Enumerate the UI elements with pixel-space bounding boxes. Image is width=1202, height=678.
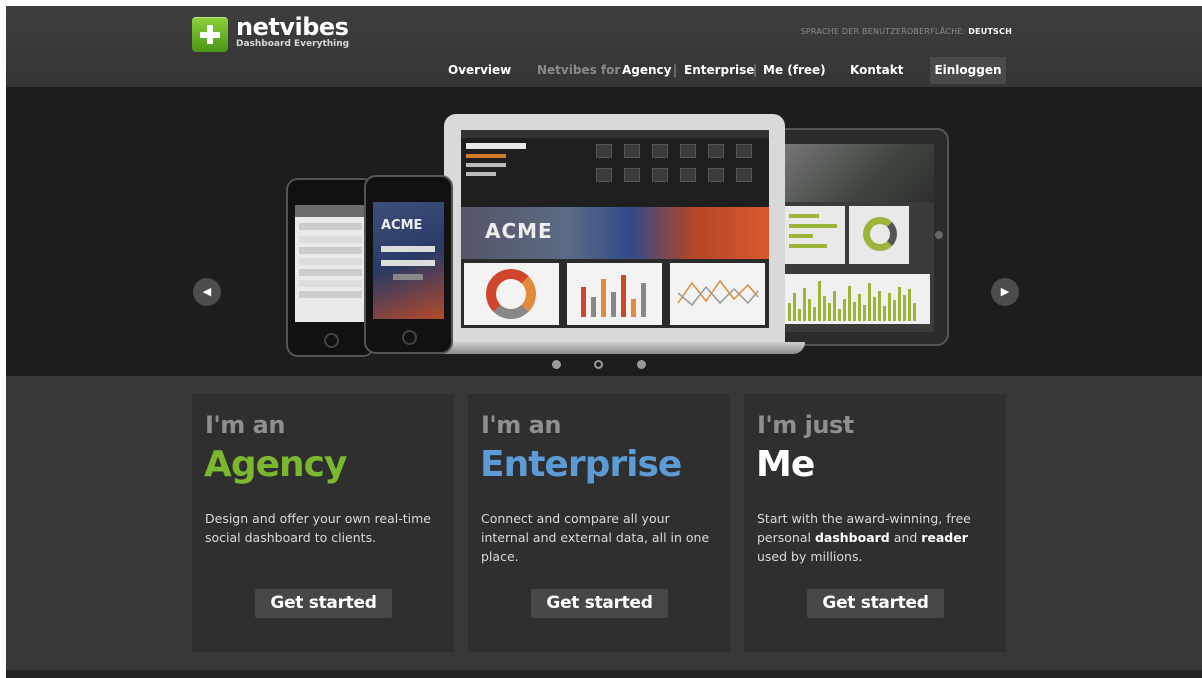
phone-image: ACME	[364, 175, 453, 354]
site-header: netvibes Dashboard Everything SPRACHE DE…	[6, 6, 1202, 87]
carousel-dot[interactable]	[552, 360, 561, 369]
phone-banner-text: ACME	[381, 218, 423, 233]
main-nav: Overview Netvibes for Agency | Enterpris…	[6, 57, 1202, 85]
get-started-button[interactable]: Get started	[807, 589, 944, 618]
laptop-banner-text: ACME	[485, 219, 553, 243]
language-label: SPRACHE DER BENUTZEROBERFLÄCHE:	[800, 27, 966, 36]
audience-cards: I'm an Agency Design and offer your own …	[6, 376, 1202, 678]
nav-separator: |	[673, 63, 678, 77]
plus-icon	[192, 17, 228, 52]
card-me: I'm just Me Start with the award-winning…	[744, 394, 1006, 652]
logo-tagline: Dashboard Everything	[236, 39, 350, 49]
card-pre: I'm an	[205, 411, 285, 439]
nav-agency[interactable]: Agency	[622, 63, 672, 77]
language-selector[interactable]: SPRACHE DER BENUTZEROBERFLÄCHE: DEUTSCH	[801, 27, 1012, 36]
card-title: Enterprise	[480, 444, 682, 485]
laptop-image: ACME	[424, 114, 805, 354]
nav-enterprise[interactable]: Enterprise	[684, 63, 754, 77]
carousel-prev-button[interactable]: ◀	[193, 278, 221, 306]
card-title: Me	[756, 444, 815, 485]
nav-netvibes-for: Netvibes for	[537, 63, 621, 77]
carousel-dot[interactable]	[637, 360, 646, 369]
card-description: Start with the award-winning, free perso…	[757, 511, 971, 564]
footer-strip	[6, 670, 1202, 678]
card-enterprise: I'm an Enterprise Connect and compare al…	[468, 394, 730, 652]
nav-separator: |	[753, 63, 758, 77]
hero-carousel: ACME ACME ◀ ▶	[6, 87, 1202, 376]
get-started-button[interactable]: Get started	[531, 589, 668, 618]
card-description: Connect and compare all your internal an…	[481, 511, 710, 564]
netvibes-logo[interactable]: netvibes Dashboard Everything	[192, 13, 350, 52]
carousel-next-button[interactable]: ▶	[991, 278, 1019, 306]
page-frame: netvibes Dashboard Everything SPRACHE DE…	[6, 6, 1202, 678]
carousel-dot-active[interactable]	[594, 360, 603, 369]
tablet-image	[766, 128, 949, 346]
chevron-left-icon: ◀	[202, 285, 212, 298]
card-pre: I'm just	[757, 411, 854, 439]
card-pre: I'm an	[481, 411, 561, 439]
card-title: Agency	[204, 444, 347, 485]
phone-image	[286, 178, 375, 357]
card-description: Design and offer your own real-time soci…	[205, 511, 431, 545]
logo-name: netvibes	[236, 13, 349, 41]
get-started-button[interactable]: Get started	[255, 589, 392, 618]
nav-me-free[interactable]: Me (free)	[763, 63, 826, 77]
nav-kontakt[interactable]: Kontakt	[850, 63, 903, 77]
card-agency: I'm an Agency Design and offer your own …	[192, 394, 454, 652]
chevron-right-icon: ▶	[1000, 285, 1010, 298]
login-button[interactable]: Einloggen	[930, 57, 1006, 84]
language-value[interactable]: DEUTSCH	[968, 27, 1012, 36]
nav-overview[interactable]: Overview	[448, 63, 511, 77]
